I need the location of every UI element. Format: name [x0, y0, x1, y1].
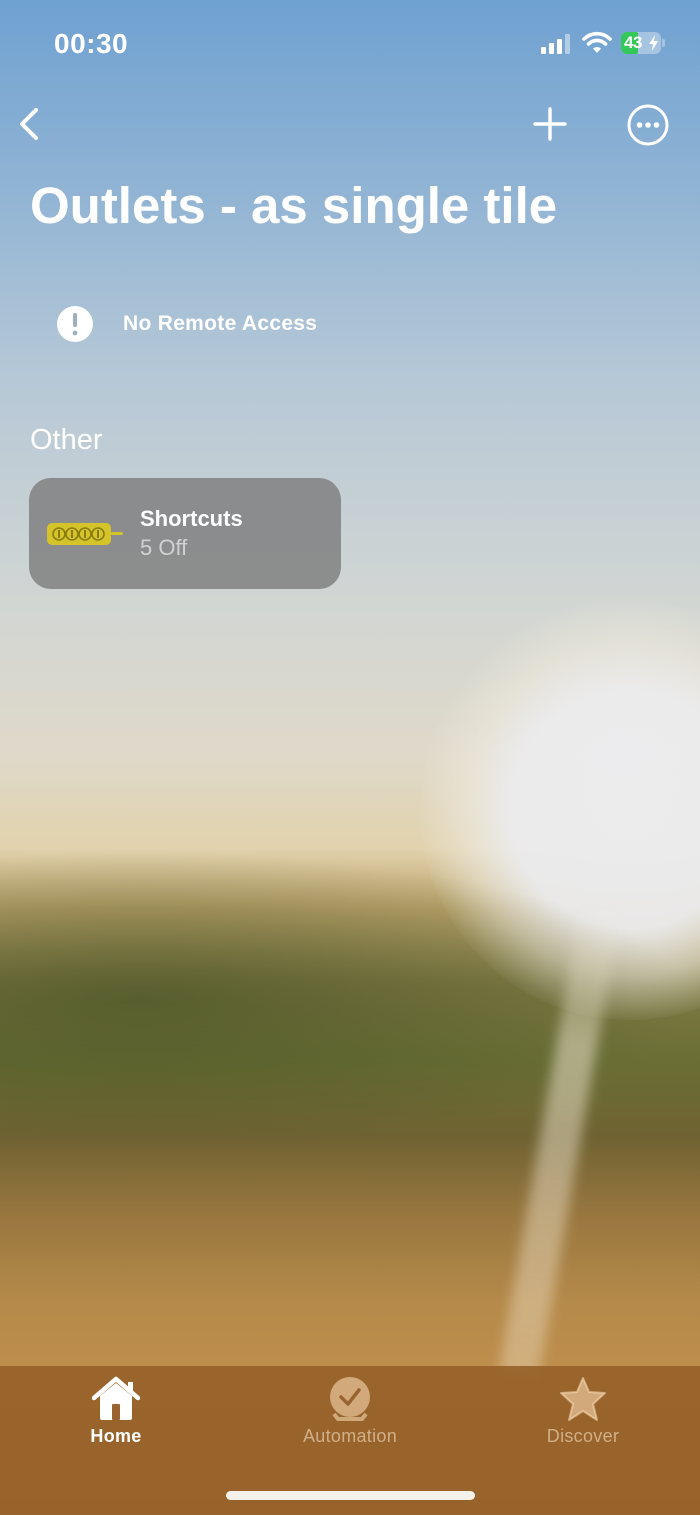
exclamation-circle-icon	[57, 306, 93, 342]
house-icon	[91, 1376, 141, 1420]
cellular-signal-icon	[541, 34, 571, 54]
charging-bolt-icon	[649, 35, 658, 51]
tab-discover-label: Discover	[546, 1426, 620, 1446]
chevron-left-icon[interactable]	[14, 104, 46, 144]
tab-discover[interactable]: Discover	[493, 1376, 673, 1456]
ellipsis-circle-icon[interactable]	[626, 103, 670, 147]
power-strip-icon	[47, 523, 123, 545]
accessory-name: Shortcuts	[140, 506, 243, 531]
section-header-other: Other	[30, 424, 103, 456]
accessory-tile[interactable]: Shortcuts 5 Off	[29, 478, 341, 589]
battery-icon: 43	[621, 32, 661, 54]
tab-automation[interactable]: Automation	[260, 1376, 440, 1456]
status-bar: 00:30 43	[0, 0, 700, 90]
home-indicator[interactable]	[226, 1491, 475, 1500]
tab-automation-label: Automation	[302, 1426, 398, 1446]
tab-home[interactable]: Home	[26, 1376, 206, 1456]
battery-level-text: 43	[624, 33, 642, 52]
remote-access-label: No Remote Access	[123, 312, 318, 335]
status-time: 00:30	[54, 28, 129, 59]
clock-check-icon	[330, 1377, 370, 1421]
battery-cap	[662, 39, 665, 47]
accessory-status: 5 Off	[140, 535, 188, 560]
tab-home-label: Home	[90, 1426, 142, 1446]
plus-icon[interactable]	[532, 106, 568, 142]
home-app-screen: 00:30 43 Outlets - as single tile No Rem…	[0, 0, 700, 1515]
page-title: Outlets - as single tile	[30, 177, 558, 234]
wifi-icon	[582, 31, 612, 53]
remote-access-status[interactable]: No Remote Access	[56, 304, 317, 344]
star-icon	[560, 1377, 606, 1421]
